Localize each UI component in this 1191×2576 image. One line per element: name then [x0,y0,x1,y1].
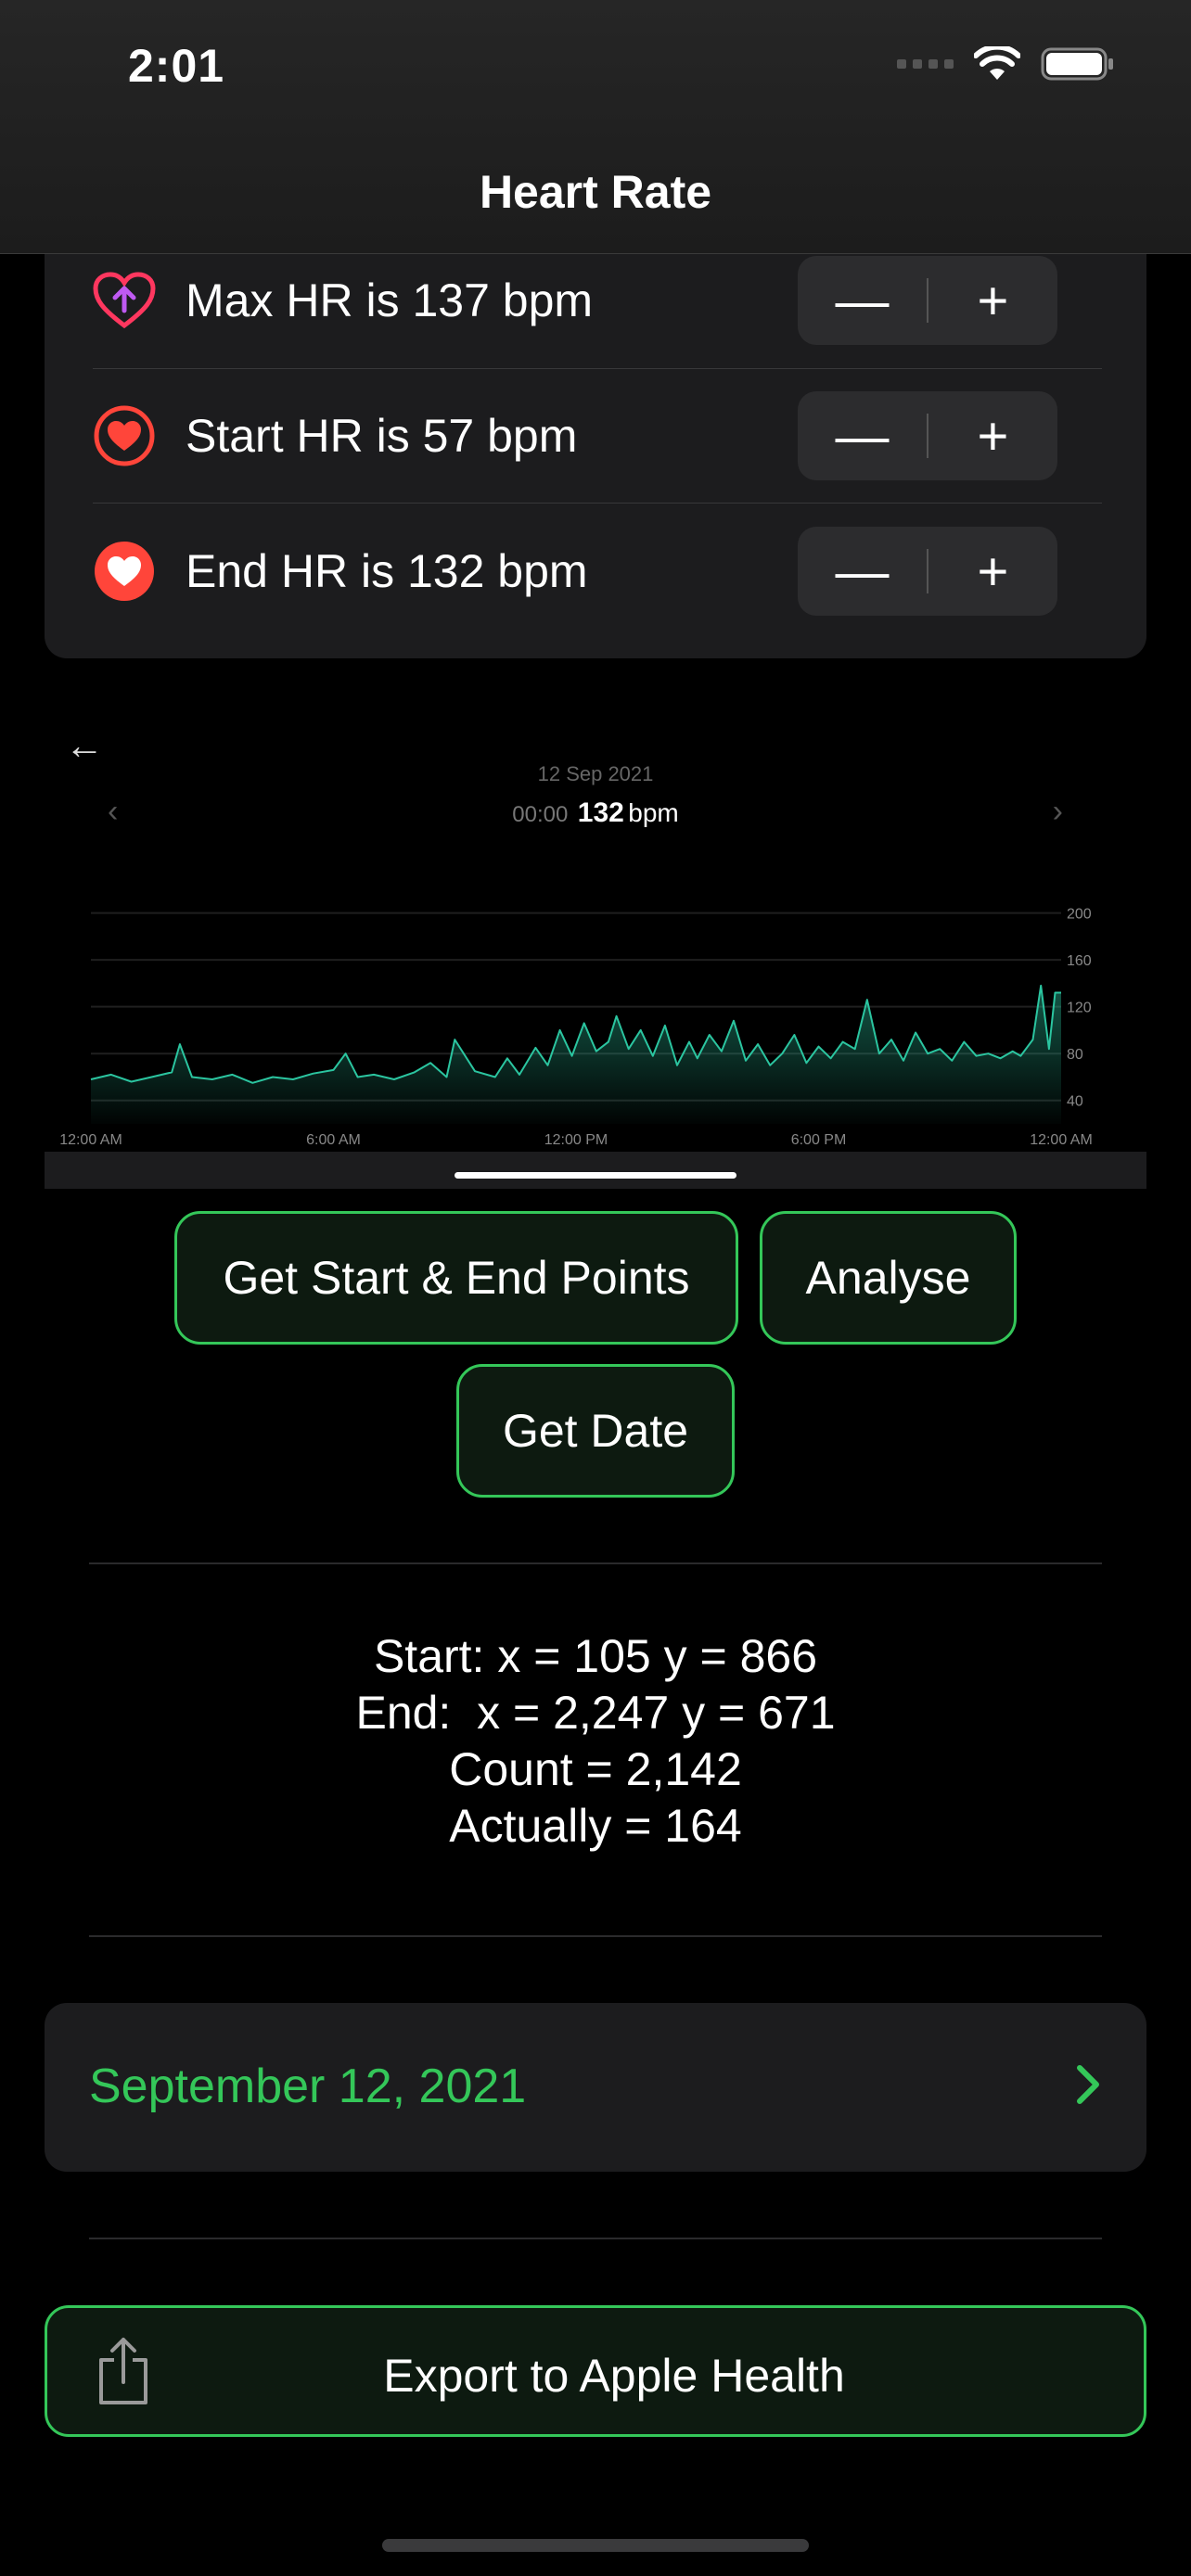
start-hr-increment-button[interactable]: + [928,391,1057,480]
max-hr-decrement-button[interactable]: — [798,256,927,345]
end-hr-row: End HR is 132 bpm — + [45,504,1102,638]
heart-circle-outline-icon [93,404,156,467]
end-hr-decrement-button[interactable]: — [798,527,927,616]
start-hr-row: Start HR is 57 bpm — + [45,369,1102,503]
start-hr-decrement-button[interactable]: — [798,391,927,480]
y-tick-label: 80 [1067,1047,1083,1063]
reading-value: 132 [577,797,624,828]
chevron-right-icon[interactable]: › [1053,794,1063,830]
wifi-icon [974,46,1020,80]
chart-reading: 00:00 132 bpm [45,797,1146,829]
x-tick-label: 6:00 PM [791,1132,847,1148]
divider [89,1562,1102,1564]
get-start-end-points-button[interactable]: Get Start & End Points [174,1211,738,1345]
export-to-apple-health-button[interactable]: Export to Apple Health [45,2305,1146,2437]
status-time: 2:01 [128,40,225,92]
battery-icon [1041,47,1113,81]
y-tick-label: 120 [1067,1001,1092,1016]
reading-time: 00:00 [512,802,569,827]
divider [89,1935,1102,1937]
end-hr-label: End HR is 132 bpm [186,545,588,597]
x-tick-label: 12:00 AM [59,1132,122,1148]
sheet-footer [45,1152,1146,1189]
start-hr-stepper: — + [798,391,1057,480]
export-label: Export to Apple Health [383,2350,845,2402]
cellular-signal-icon [897,59,954,69]
end-hr-stepper: — + [798,527,1057,616]
navigation-bar: 2:01 Heart Rate [0,0,1191,254]
reading-unit: bpm [628,798,679,827]
y-tick-label: 200 [1067,907,1092,923]
chart-date: 12 Sep 2021 [537,762,654,785]
result-actually: Actually = 164 [449,1800,742,1852]
heart-rate-chart-panel: 200 160 120 80 40 12:00 AM 6:00 AM 12:00 PM 6:00… [45,705,1146,1189]
x-tick-label: 6:00 AM [306,1132,361,1148]
get-date-button[interactable]: Get Date [456,1364,735,1498]
heart-arrow-up-icon [93,269,156,332]
max-hr-label: Max HR is 137 bpm [186,274,594,326]
x-tick-label: 12:00 AM [1030,1132,1093,1148]
analyse-button[interactable]: Analyse [760,1211,1017,1345]
divider [89,2238,1102,2239]
max-hr-stepper: — + [798,256,1057,345]
y-tick-label: 160 [1067,953,1092,969]
sheet-handle[interactable] [455,1172,736,1179]
max-hr-increment-button[interactable]: + [928,256,1057,345]
chevron-right-icon [1077,2065,1099,2104]
y-tick-label: 40 [1067,1094,1083,1110]
start-hr-label: Start HR is 57 bpm [186,410,578,462]
x-tick-label: 12:00 PM [544,1132,608,1148]
date-picker-row[interactable]: September 12, 2021 [45,2003,1146,2172]
results-text: Start: x = 105 y = 866 End: x = 2,247 y … [0,1628,1191,1855]
back-arrow-icon[interactable]: ← [65,723,104,768]
result-end: End: x = 2,247 y = 671 [355,1687,836,1739]
status-icons [897,46,1115,82]
chevron-left-icon[interactable]: ‹ [108,794,118,830]
row-divider [93,503,1102,504]
heart-circle-filled-icon [93,540,156,603]
result-start: Start: x = 105 y = 866 [373,1630,818,1682]
selected-date: September 12, 2021 [89,2060,527,2113]
home-indicator [382,2539,809,2552]
page-title: Heart Rate [479,166,712,218]
end-hr-increment-button[interactable]: + [928,527,1057,616]
result-count: Count = 2,142 [449,1743,742,1795]
